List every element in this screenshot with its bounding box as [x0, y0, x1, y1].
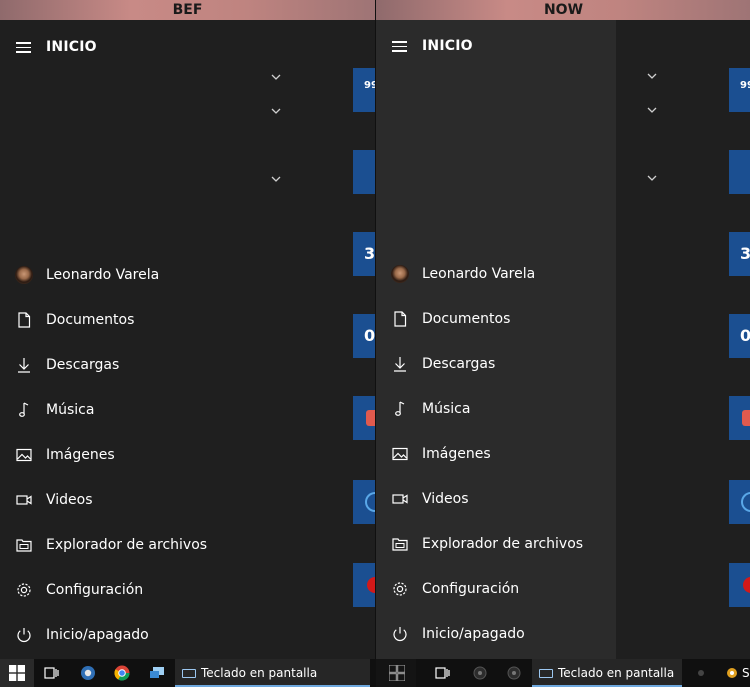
gear-icon — [15, 581, 33, 599]
start-title: INICIO — [422, 38, 473, 54]
menu-item-videos[interactable]: Videos — [0, 478, 375, 523]
music-icon — [391, 400, 409, 418]
power-icon — [15, 626, 33, 644]
browser-icon[interactable] — [79, 664, 97, 682]
file-explorer-icon — [391, 535, 409, 553]
document-icon — [15, 311, 33, 329]
gear-icon — [391, 580, 409, 598]
chrome-icon[interactable] — [113, 664, 131, 682]
menu-item-explorador[interactable]: Explorador de archivos — [376, 522, 750, 567]
user-avatar — [391, 265, 409, 283]
user-avatar — [15, 266, 33, 284]
keyboard-icon — [182, 668, 196, 678]
app-icon[interactable] — [724, 664, 742, 682]
chevron-down-icon[interactable] — [647, 174, 657, 184]
menu-item-descargas[interactable]: Descargas — [376, 342, 750, 387]
download-icon — [15, 356, 33, 374]
video-icon — [391, 490, 409, 508]
start-button[interactable] — [0, 659, 34, 687]
menu-item-imagenes[interactable]: Imágenes — [0, 433, 375, 478]
file-explorer-icon — [15, 536, 33, 554]
windows-logo-icon — [389, 665, 405, 681]
image-icon — [15, 446, 33, 464]
music-icon — [15, 401, 33, 419]
app-icon[interactable] — [505, 664, 523, 682]
live-tile[interactable]: 99 — [729, 68, 750, 112]
power-icon — [391, 625, 409, 643]
windows-logo-icon — [9, 665, 25, 681]
menu-item-configuracion[interactable]: Configuración — [0, 568, 375, 613]
start-menu-before: BEF INICIO 99 3 0 Leonardo Varela Docume… — [0, 0, 375, 659]
menu-item-descargas[interactable]: Descargas — [0, 343, 375, 388]
menu-item-user[interactable]: Leonardo Varela — [0, 253, 375, 298]
menu-item-explorador[interactable]: Explorador de archivos — [0, 523, 375, 568]
live-tile[interactable]: 99 — [353, 68, 375, 112]
menu-item-documentos[interactable]: Documentos — [0, 298, 375, 343]
chevron-down-icon[interactable] — [271, 73, 281, 83]
start-title: INICIO — [46, 39, 97, 55]
document-icon — [391, 310, 409, 328]
menu-item-documentos[interactable]: Documentos — [376, 297, 750, 342]
hamburger-menu-icon[interactable] — [392, 41, 407, 52]
keyboard-icon — [539, 668, 553, 678]
menu-item-musica[interactable]: Música — [0, 388, 375, 433]
menu-item-user[interactable]: Leonardo Varela — [376, 252, 750, 297]
start-button[interactable] — [376, 659, 416, 687]
chevron-down-icon[interactable] — [647, 106, 657, 116]
video-icon — [15, 491, 33, 509]
live-tile[interactable] — [729, 150, 750, 194]
menu-item-inicio-apagado[interactable]: Inicio/apagado — [376, 612, 750, 657]
taskbar: Teclado en pantalla Teclado en pantalla … — [0, 659, 750, 687]
header-strip: BEF — [0, 0, 375, 20]
start-menu-now: NOW INICIO 99 3 0 Leonardo Varela Docume… — [375, 0, 750, 659]
app-icon[interactable] — [692, 664, 710, 682]
chevron-down-icon[interactable] — [647, 72, 657, 82]
panel-label-bef: BEF — [172, 2, 203, 18]
remote-desktop-icon[interactable] — [148, 664, 166, 682]
menu-item-videos[interactable]: Videos — [376, 477, 750, 522]
taskbar-app-partial[interactable]: S — [742, 659, 750, 687]
header-strip: NOW — [376, 0, 750, 20]
hamburger-menu-icon[interactable] — [16, 42, 31, 53]
live-tile[interactable] — [353, 150, 375, 194]
taskbar-app-teclado[interactable]: Teclado en pantalla — [532, 659, 682, 687]
panel-label-now: NOW — [543, 2, 584, 18]
task-view-icon[interactable] — [433, 664, 451, 682]
task-view-icon[interactable] — [42, 664, 60, 682]
menu-item-imagenes[interactable]: Imágenes — [376, 432, 750, 477]
app-icon[interactable] — [471, 664, 489, 682]
menu-item-configuracion[interactable]: Configuración — [376, 567, 750, 612]
chevron-down-icon[interactable] — [271, 107, 281, 117]
taskbar-app-teclado[interactable]: Teclado en pantalla — [175, 659, 370, 687]
download-icon — [391, 355, 409, 373]
menu-item-musica[interactable]: Música — [376, 387, 750, 432]
chevron-down-icon[interactable] — [271, 175, 281, 185]
menu-item-inicio-apagado[interactable]: Inicio/apagado — [0, 613, 375, 658]
image-icon — [391, 445, 409, 463]
